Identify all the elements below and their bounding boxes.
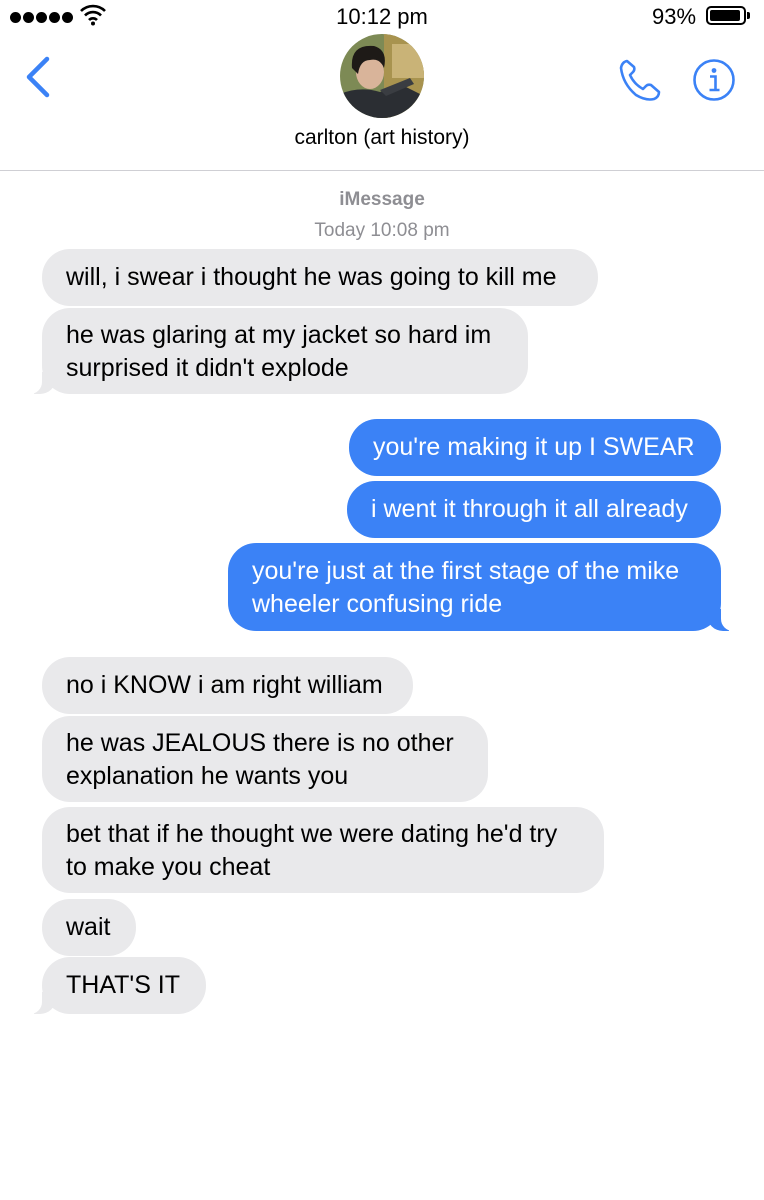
status-bar: 10:12 pm 93% (0, 0, 764, 34)
battery-icon (706, 6, 750, 25)
incoming-message[interactable]: he was JEALOUS there is no other explana… (42, 716, 488, 802)
message-text: no i KNOW i am right william (66, 671, 383, 699)
message-text: will, i swear i thought he was going to … (66, 263, 557, 291)
message-text: wheeler confusing ride (252, 590, 503, 618)
incoming-message[interactable]: no i KNOW i am right william (42, 657, 413, 714)
outgoing-message[interactable]: you're making it up I SWEAR (349, 419, 721, 476)
incoming-message[interactable]: will, i swear i thought he was going to … (42, 249, 598, 306)
conversation-header: carlton (art history) (0, 34, 764, 171)
battery-percentage: 93% (652, 4, 697, 29)
message-text: he was glaring at my jacket so hard im (66, 321, 492, 349)
message-text: to make you cheat (66, 853, 271, 881)
info-icon[interactable] (692, 58, 736, 102)
message-text: you're just at the first stage of the mi… (252, 557, 680, 585)
message-text: wait (66, 913, 111, 941)
incoming-message[interactable]: wait (42, 899, 136, 956)
contact-avatar[interactable] (340, 34, 424, 118)
message-text: explanation he wants you (66, 762, 349, 790)
message-text: i went it through it all already (371, 495, 688, 523)
message-text: THAT'S IT (66, 971, 181, 999)
contact-name[interactable]: carlton (art history) (0, 126, 764, 150)
service-label: iMessage (339, 189, 425, 210)
message-text: he was JEALOUS there is no other (66, 729, 454, 757)
message-text: you're making it up I SWEAR (373, 433, 695, 461)
incoming-message[interactable]: THAT'S IT (28, 957, 206, 1014)
outgoing-message[interactable]: i went it through it all already (347, 481, 721, 538)
incoming-message[interactable]: bet that if he thought we were dating he… (42, 807, 604, 893)
back-chevron-icon[interactable] (24, 56, 52, 98)
status-time: 10:12 pm (336, 4, 428, 29)
incoming-message[interactable]: he was glaring at my jacket so hard im s… (28, 308, 528, 394)
message-text: surprised it didn't explode (66, 354, 349, 382)
message-text: bet that if he thought we were dating he… (66, 820, 558, 848)
avatar-photo (340, 34, 424, 118)
phone-icon[interactable] (618, 58, 662, 102)
thread-timestamp: Today 10:08 pm (314, 220, 450, 241)
outgoing-message[interactable]: you're just at the first stage of the mi… (228, 543, 735, 631)
